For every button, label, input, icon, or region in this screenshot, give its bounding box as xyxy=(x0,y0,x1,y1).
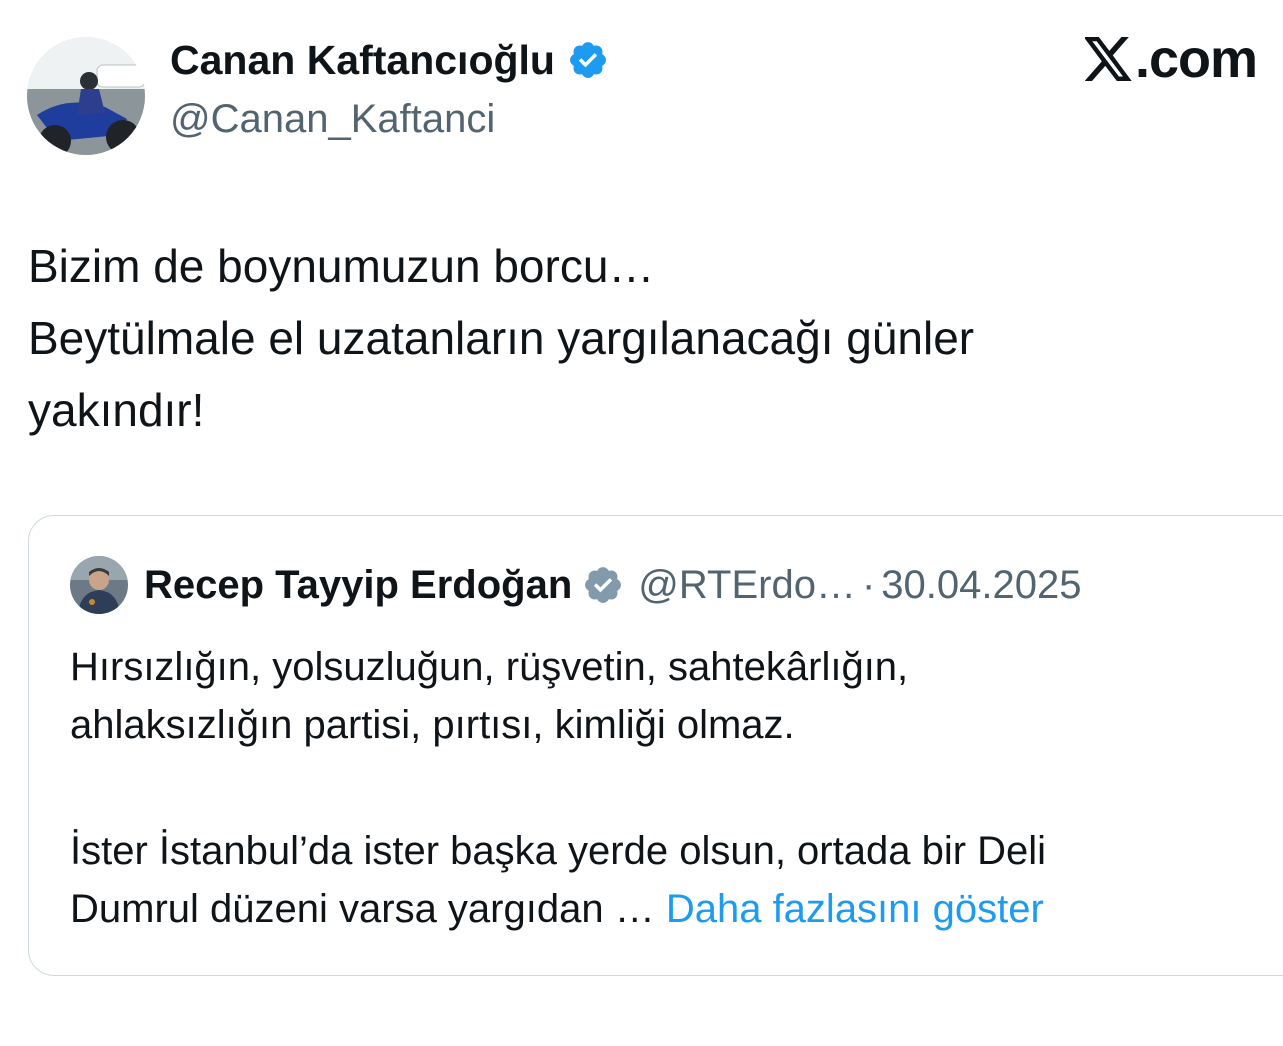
avatar-image xyxy=(27,37,145,155)
quoted-line-last: Dumrul düzeni varsa yargıdan … Daha fazl… xyxy=(70,880,1270,938)
tweet-line: yakındır! xyxy=(28,384,205,436)
tweet-line: Bizim de boynumuzun borcu… xyxy=(28,240,655,292)
x-logo-icon xyxy=(1084,37,1132,81)
verified-badge-icon xyxy=(570,42,606,78)
author-name-text[interactable]: Canan Kaftancıoğlu xyxy=(170,36,555,84)
quoted-author-avatar[interactable] xyxy=(70,556,128,614)
quoted-author-handle[interactable]: @RTErdo… xyxy=(638,563,856,608)
x-com-brand: .com xyxy=(1084,28,1258,90)
author-avatar[interactable] xyxy=(27,37,145,155)
quoted-tweet-date[interactable]: 30.04.2025 xyxy=(881,563,1081,608)
x-com-text: .com xyxy=(1134,29,1258,89)
separator-dot: · xyxy=(861,562,876,607)
quoted-tweet-header: Recep Tayyip Erdoğan @RTErdo… · 30.04.20… xyxy=(70,556,1082,614)
quoted-avatar-image xyxy=(70,556,128,614)
tweet-text: Bizim de boynumuzun borcu… Beytülmale el… xyxy=(28,230,1248,446)
quoted-author-name[interactable]: Recep Tayyip Erdoğan xyxy=(144,563,572,608)
quoted-line: İster İstanbul’da ister başka yerde olsu… xyxy=(70,829,1047,873)
quoted-tweet-card[interactable]: Recep Tayyip Erdoğan @RTErdo… · 30.04.20… xyxy=(28,515,1283,976)
quoted-tweet-text: Hırsızlığın, yolsuzluğun, rüşvetin, saht… xyxy=(70,638,1270,938)
quoted-line: Hırsızlığın, yolsuzluğun, rüşvetin, saht… xyxy=(70,645,909,689)
quoted-line: ahlaksızlığın partisi, pırtısı, kimliği … xyxy=(70,703,795,747)
author-name[interactable]: Canan Kaftancıoğlu xyxy=(170,36,609,84)
show-more-link[interactable]: Daha fazlasını göster xyxy=(666,887,1044,931)
quoted-line-text: Dumrul düzeni varsa yargıdan … xyxy=(70,887,666,931)
tweet-line: Beytülmale el uzatanların yargılanacağı … xyxy=(28,312,975,364)
verified-badge-icon xyxy=(585,567,622,603)
author-handle[interactable]: @Canan_Kaftanci xyxy=(170,95,495,143)
